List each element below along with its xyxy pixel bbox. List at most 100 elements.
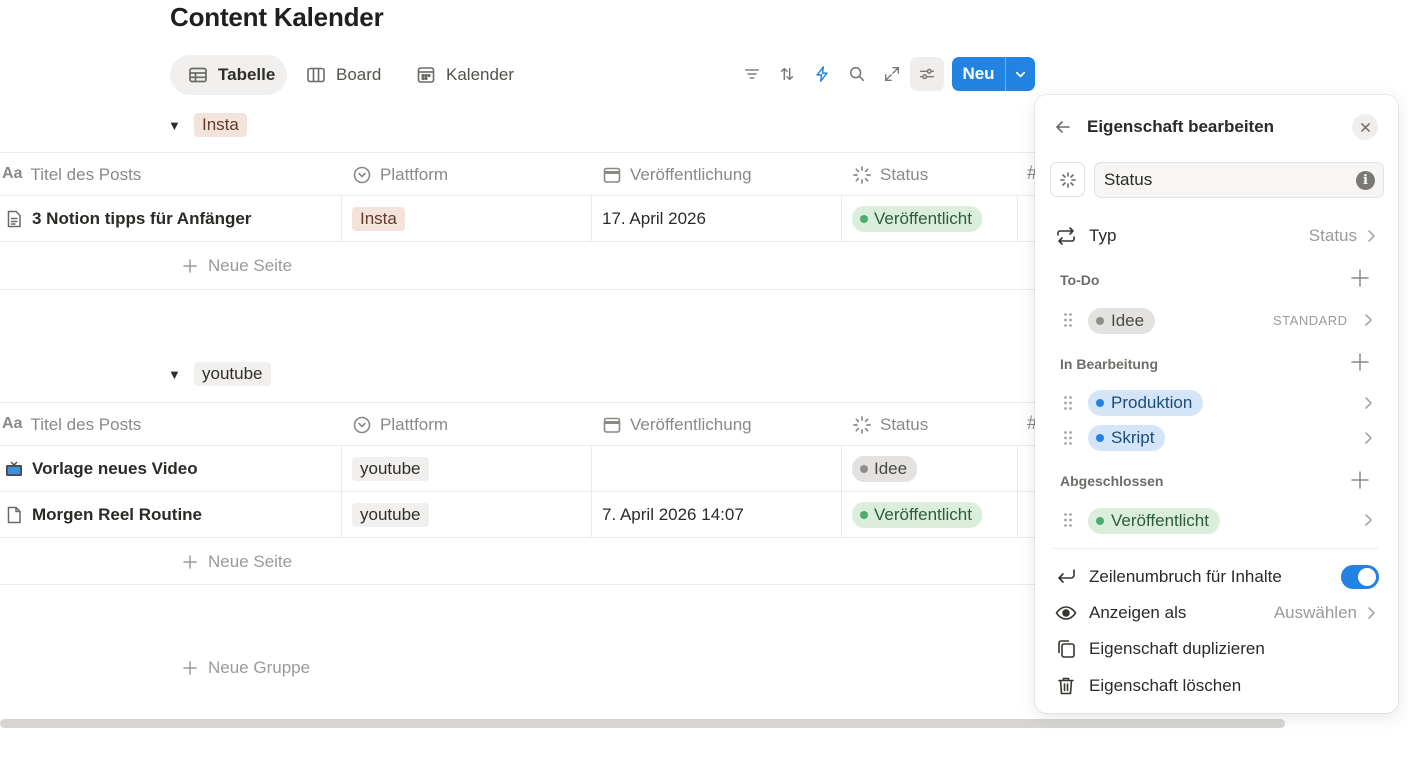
divider xyxy=(0,241,1035,242)
status-label: Veröffentlicht xyxy=(874,209,972,228)
add-option-plus-icon[interactable] xyxy=(1350,352,1370,372)
option-pill-veroeffentlicht[interactable]: Veröffentlicht xyxy=(1088,508,1220,534)
collapse-triangle-icon[interactable]: ▼ xyxy=(168,118,182,133)
column-header-title[interactable]: Aa Titel des Posts xyxy=(2,153,141,197)
calendar-icon xyxy=(602,165,622,185)
column-header-title[interactable]: Aa Titel des Posts xyxy=(2,403,141,447)
automation-icon xyxy=(813,65,831,83)
chevron-right-icon[interactable] xyxy=(1362,512,1374,528)
new-page-button[interactable]: Neue Seite xyxy=(182,552,292,572)
settings-button[interactable] xyxy=(910,57,944,91)
platform-cell[interactable]: youtube xyxy=(352,492,429,538)
status-spinner-icon xyxy=(852,415,872,435)
tab-kalender[interactable]: Kalender xyxy=(398,55,532,95)
display-value: Auswählen xyxy=(1273,603,1357,622)
column-divider xyxy=(591,195,592,241)
status-cell[interactable]: Veröffentlicht xyxy=(852,492,982,538)
chevron-down-icon xyxy=(1014,68,1027,81)
back-arrow-icon[interactable] xyxy=(1053,117,1073,137)
new-dropdown-button[interactable] xyxy=(1006,57,1035,91)
wrap-content-row[interactable]: Zeilenumbruch für Inhalte xyxy=(1055,565,1379,589)
page-title: Content Kalender xyxy=(170,2,384,32)
column-divider xyxy=(841,445,842,537)
property-name-input[interactable]: Status i xyxy=(1094,162,1384,198)
search-button[interactable] xyxy=(840,57,874,91)
status-cell[interactable]: Idee xyxy=(852,446,918,492)
column-header-date[interactable]: Veröffentlichung xyxy=(602,153,752,197)
duplicate-icon xyxy=(1055,639,1077,659)
status-dot xyxy=(1096,317,1104,325)
type-label: Typ xyxy=(1089,226,1117,245)
row-title: 3 Notion tipps für Anfänger xyxy=(32,209,252,228)
column-header-status[interactable]: Status xyxy=(852,403,928,447)
group-pill[interactable]: youtube xyxy=(194,362,271,386)
table-row-title[interactable]: 3 Notion tipps für Anfänger xyxy=(4,196,251,242)
chevron-right-icon[interactable] xyxy=(1362,395,1374,411)
column-header-date[interactable]: Veröffentlichung xyxy=(602,403,752,447)
date-cell[interactable]: 17. April 2026 xyxy=(602,196,706,242)
status-dot xyxy=(860,511,868,519)
status-pill: Veröffentlicht xyxy=(852,502,982,528)
status-cell[interactable]: Veröffentlicht xyxy=(852,196,982,242)
chevron-right-icon[interactable] xyxy=(1362,430,1374,446)
filter-button[interactable] xyxy=(735,57,769,91)
column-label: Veröffentlichung xyxy=(630,165,752,184)
add-option-plus-icon[interactable] xyxy=(1350,268,1370,288)
platform-cell[interactable]: youtube xyxy=(352,446,429,492)
column-header-status[interactable]: Status xyxy=(852,153,928,197)
new-group-button[interactable]: Neue Gruppe xyxy=(182,658,310,678)
sort-icon xyxy=(778,65,796,83)
close-button[interactable] xyxy=(1352,114,1378,140)
tab-tabelle[interactable]: Tabelle xyxy=(170,55,287,95)
group-pill[interactable]: Insta xyxy=(194,113,247,137)
platform-cell[interactable]: Insta xyxy=(352,196,405,242)
property-name-value: Status xyxy=(1104,170,1153,189)
option-pill-idee[interactable]: Idee xyxy=(1088,308,1156,334)
collapse-triangle-icon[interactable]: ▼ xyxy=(168,367,182,382)
divider xyxy=(0,537,1035,538)
date-cell[interactable]: 7. April 2026 14:07 xyxy=(602,492,744,538)
status-label: Idee xyxy=(874,459,908,478)
sort-button[interactable] xyxy=(770,57,804,91)
table-row-title[interactable]: Vorlage neues Video xyxy=(4,446,198,492)
type-row[interactable]: Typ Status xyxy=(1055,226,1377,246)
wrap-toggle[interactable] xyxy=(1341,565,1379,589)
wrap-label: Zeilenumbruch für Inhalte xyxy=(1089,567,1282,586)
new-page-button[interactable]: Neue Seite xyxy=(182,256,292,276)
column-header-platform[interactable]: Plattform xyxy=(352,153,448,197)
row-title: Morgen Reel Routine xyxy=(32,505,203,524)
calendar-icon xyxy=(602,415,622,435)
display-as-row[interactable]: Anzeigen als Auswählen xyxy=(1055,603,1377,623)
new-button[interactable]: Neu xyxy=(952,57,1035,91)
column-label: Plattform xyxy=(380,165,449,184)
option-pill-skript[interactable]: Skript xyxy=(1088,425,1166,451)
page-icon xyxy=(4,209,24,229)
new-page-label: Neue Seite xyxy=(208,552,293,571)
horizontal-scrollbar[interactable] xyxy=(0,719,1285,728)
tab-board[interactable]: Board xyxy=(288,55,399,95)
plus-icon xyxy=(182,258,198,274)
new-button-label[interactable]: Neu xyxy=(952,57,1006,91)
column-header-platform[interactable]: Plattform xyxy=(352,403,448,447)
automation-button[interactable] xyxy=(805,57,839,91)
delete-property-button[interactable]: Eigenschaft löschen xyxy=(1055,676,1241,696)
expand-button[interactable] xyxy=(875,57,909,91)
column-label: Titel des Posts xyxy=(30,165,142,184)
display-label: Anzeigen als xyxy=(1089,603,1187,622)
property-icon-button[interactable] xyxy=(1050,162,1085,197)
drag-handle-icon[interactable] xyxy=(1063,312,1073,328)
drag-handle-icon[interactable] xyxy=(1063,512,1073,528)
table-row-title[interactable]: Morgen Reel Routine xyxy=(4,492,202,538)
drag-handle-icon[interactable] xyxy=(1063,430,1073,446)
column-divider xyxy=(591,445,592,537)
info-icon[interactable]: i xyxy=(1356,170,1375,190)
option-pill-produktion[interactable]: Produktion xyxy=(1088,390,1204,416)
drag-handle-icon[interactable] xyxy=(1063,395,1073,411)
add-option-plus-icon[interactable] xyxy=(1350,470,1370,490)
status-dot xyxy=(1096,434,1104,442)
column-divider xyxy=(841,195,842,241)
group-header-insta: ▼ Insta xyxy=(168,113,247,137)
text-aa-icon: Aa xyxy=(2,415,23,432)
chevron-right-icon[interactable] xyxy=(1362,312,1374,328)
duplicate-property-button[interactable]: Eigenschaft duplizieren xyxy=(1055,639,1265,659)
